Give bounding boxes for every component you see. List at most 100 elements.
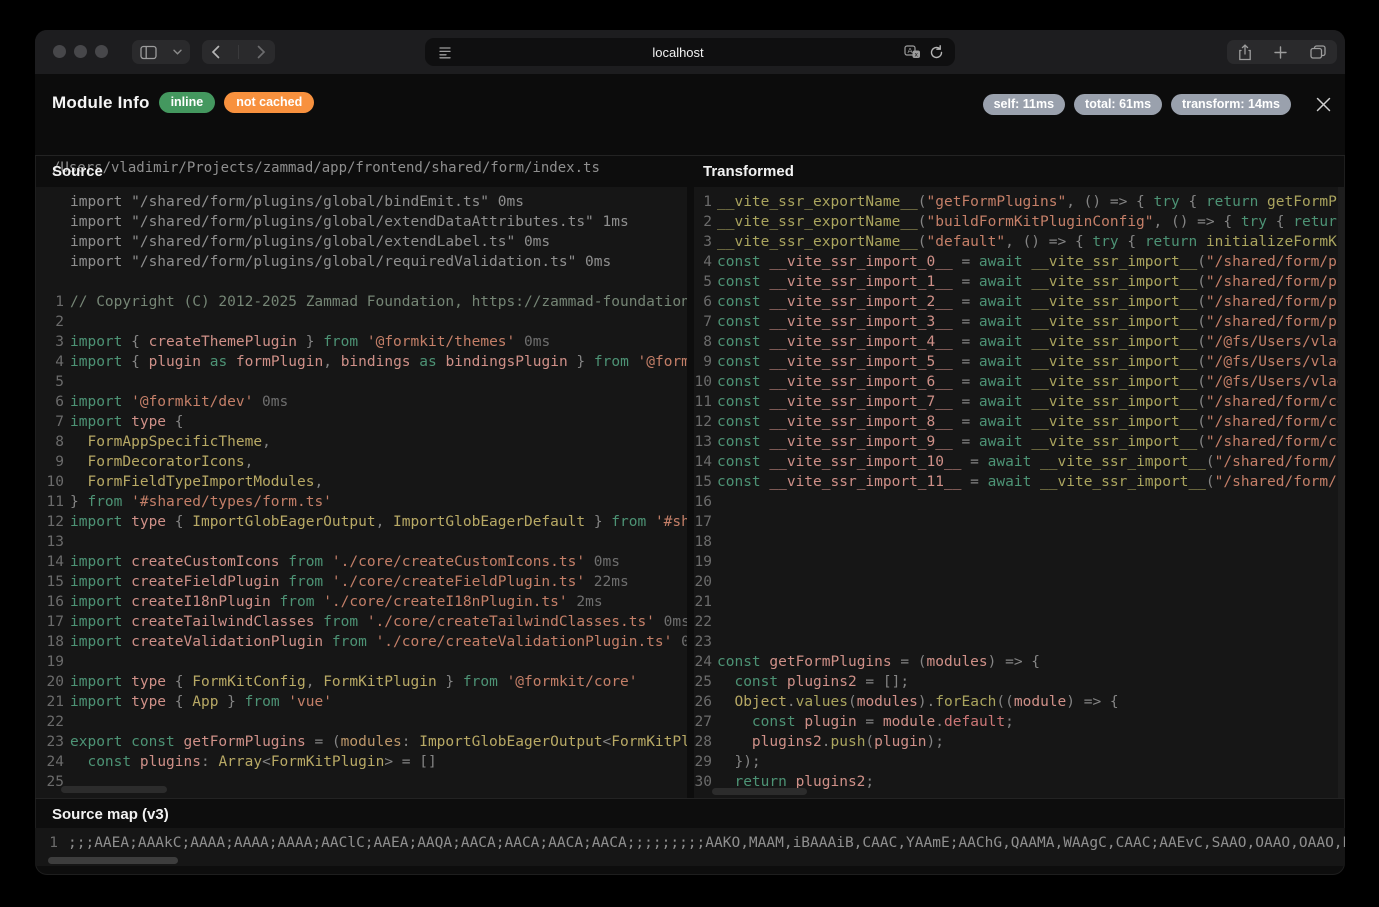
reload-icon[interactable]: [929, 45, 944, 60]
line-number: 23: [694, 632, 712, 652]
code-line: 9 FormDecoratorIcons,: [36, 452, 687, 472]
code-text: const __vite_ssr_import_7__ = await __vi…: [717, 394, 1345, 410]
sourcemap-section: Source map (v3) 1;;;AAEA;AAAkC;AAAA;AAAA…: [35, 798, 1345, 875]
code-text: const __vite_ssr_import_11__ = await __v…: [717, 474, 1345, 490]
line-number: 6: [694, 292, 712, 312]
sourcemap-editor[interactable]: 1;;;AAEA;AAAkC;AAAA;AAAA;AAAA;AAClC;AAEA…: [35, 828, 1345, 866]
forward-button[interactable]: [257, 45, 266, 59]
code-text: // Copyright (C) 2012-2025 Zammad Founda…: [70, 294, 687, 310]
line-number: 27: [694, 712, 712, 732]
code-text: ;;;AAEA;AAAkC;AAAA;AAAA;AAAA;AAClC;AAEA;…: [68, 835, 1345, 851]
code-line: 4const __vite_ssr_import_0__ = await __v…: [694, 252, 1345, 272]
transformed-code-editor[interactable]: 1__vite_ssr_exportName__("getFormPlugins…: [694, 187, 1345, 798]
code-line: 18import createValidationPlugin from './…: [36, 632, 687, 652]
code-line: 1__vite_ssr_exportName__("getFormPlugins…: [694, 192, 1345, 212]
code-line: 21import type { App } from 'vue': [36, 692, 687, 712]
close-icon[interactable]: [1316, 97, 1331, 112]
code-line: 4 import { plugin as formPlugin, bindings…: [36, 352, 687, 372]
code-line: 3import { createThemePlugin } from '@for…: [36, 332, 687, 352]
code-line: import "/shared/form/plugins/global/requ…: [36, 252, 687, 272]
tab-overview-icon[interactable]: [1310, 45, 1326, 59]
code-line: 17: [694, 512, 1345, 532]
line-number: 21: [36, 692, 64, 712]
code-text: const __vite_ssr_import_3__ = await __vi…: [717, 314, 1345, 330]
code-line: 9 const __vite_ssr_import_5__ = await __v…: [694, 352, 1345, 372]
line-number: 13: [36, 532, 64, 552]
back-button[interactable]: [211, 45, 220, 59]
transformed-horizontal-scrollbar[interactable]: [712, 788, 807, 795]
line-number: 1: [36, 292, 64, 312]
share-icon[interactable]: [1238, 44, 1252, 61]
code-line: 23: [694, 632, 1345, 652]
transformed-vertical-scrollbar[interactable]: [1338, 187, 1345, 798]
line-number: 29: [694, 752, 712, 772]
code-text: import '@formkit/dev' 0ms: [70, 394, 288, 410]
line-number: 4: [36, 352, 64, 372]
line-number: 18: [36, 632, 64, 652]
code-line: 11} from '#shared/types/form.ts': [36, 492, 687, 512]
code-text: __vite_ssr_exportName__("default", () =>…: [717, 234, 1345, 250]
line-number: 16: [36, 592, 64, 612]
address-bar[interactable]: localhost A x: [425, 38, 955, 66]
sidebar-toggle-button[interactable]: [132, 40, 190, 64]
timing-badge: transform: 14ms: [1171, 94, 1291, 115]
code-line: 11const __vite_ssr_import_7__ = await __…: [694, 392, 1345, 412]
line-number: 28: [694, 732, 712, 752]
code-text: FormAppSpecificTheme,: [70, 434, 271, 450]
code-line: 18: [694, 532, 1345, 552]
line-number: 20: [36, 672, 64, 692]
code-line: import "/shared/form/plugins/global/exte…: [36, 232, 687, 252]
line-number: 9: [694, 352, 712, 372]
reader-mode-icon[interactable]: [438, 46, 452, 59]
code-text: const __vite_ssr_import_8__ = await __vi…: [717, 414, 1345, 430]
nav-buttons: [202, 40, 275, 64]
url-text[interactable]: localhost: [452, 45, 904, 60]
code-line: 23export const getFormPlugins = (modules…: [36, 732, 687, 752]
code-line: 16: [694, 492, 1345, 512]
code-line: 22: [694, 612, 1345, 632]
source-horizontal-scrollbar[interactable]: [61, 786, 167, 793]
line-number: 6: [36, 392, 64, 412]
code-line: 10 FormFieldTypeImportModules,: [36, 472, 687, 492]
code-line: 15const __vite_ssr_import_11__ = await _…: [694, 472, 1345, 492]
code-line: 27 const plugin = module.default;: [694, 712, 1345, 732]
code-line: 16import createI18nPlugin from './core/c…: [36, 592, 687, 612]
line-number: 19: [694, 552, 712, 572]
code-text: __vite_ssr_exportName__("buildFormKitPlu…: [717, 214, 1345, 230]
code-text: import "/shared/form/plugins/global/bind…: [70, 194, 524, 210]
code-text: import createCustomIcons from './core/cr…: [70, 554, 620, 570]
code-line: 8 FormAppSpecificTheme,: [36, 432, 687, 452]
code-line: 13: [36, 532, 687, 552]
line-number: 13: [694, 432, 712, 452]
code-text: const __vite_ssr_import_10__ = await __v…: [717, 454, 1345, 470]
traffic-light-close-button[interactable]: [53, 45, 66, 58]
code-line: 12const __vite_ssr_import_8__ = await __…: [694, 412, 1345, 432]
code-line: 1 // Copyright (C) 2012-2025 Zammad Found…: [36, 292, 687, 312]
translate-icon[interactable]: A x: [904, 45, 921, 59]
line-number: 4: [694, 252, 712, 272]
line-number: 8: [694, 332, 712, 352]
code-text: const __vite_ssr_import_5__ = await __vi…: [717, 354, 1345, 370]
line-number: 11: [36, 492, 64, 512]
code-line: 20: [694, 572, 1345, 592]
chevron-down-icon: [173, 49, 182, 55]
code-text: import "/shared/form/plugins/global/exte…: [70, 234, 550, 250]
line-number: 15: [36, 572, 64, 592]
sourcemap-horizontal-scrollbar[interactable]: [48, 857, 178, 864]
line-number: 22: [36, 712, 64, 732]
new-tab-icon[interactable]: [1274, 46, 1287, 59]
line-number: 2: [694, 212, 712, 232]
traffic-light-minimize-button[interactable]: [74, 45, 87, 58]
line-number: 16: [694, 492, 712, 512]
line-number: 1: [694, 192, 712, 212]
timing-metrics: self: 11mstotal: 61mstransform: 14ms: [983, 94, 1291, 115]
traffic-light-zoom-button[interactable]: [95, 45, 108, 58]
line-number: 17: [36, 612, 64, 632]
code-text: plugins2.push(plugin);: [717, 734, 944, 750]
code-text: export const getFormPlugins = (modules: …: [70, 734, 687, 750]
source-code-editor[interactable]: import "/shared/form/plugins/global/bind…: [36, 187, 687, 798]
browser-toolbar: localhost A x: [35, 30, 1345, 75]
code-text: import { plugin as formPlugin, bindings …: [70, 354, 687, 370]
code-text: const plugins: Array<FormKitPlugin> = []: [70, 754, 437, 770]
code-text: });: [717, 754, 761, 770]
